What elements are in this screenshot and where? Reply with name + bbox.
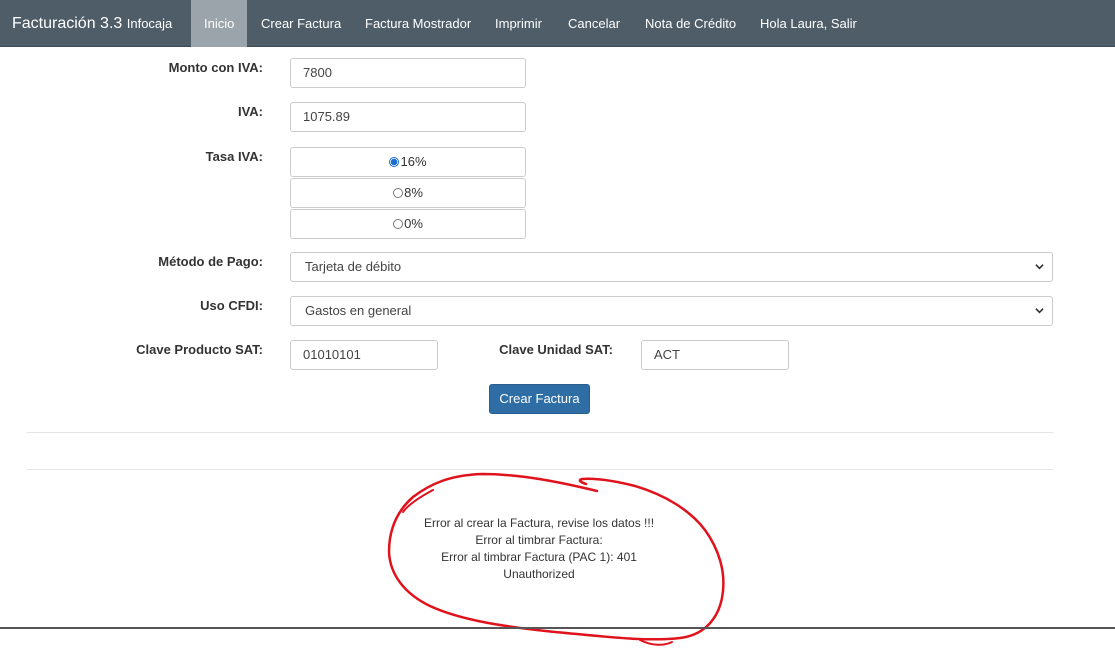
- error-message: Error al crear la Factura, revise los da…: [389, 515, 689, 583]
- monto-label: Monto con IVA:: [168, 60, 263, 75]
- error-line: Error al crear la Factura, revise los da…: [423, 516, 655, 530]
- clave-producto-label: Clave Producto SAT:: [136, 342, 263, 357]
- clave-unidad-label: Clave Unidad SAT:: [499, 342, 613, 357]
- radio-unchecked-icon[interactable]: [393, 188, 404, 198]
- nav-item-factura-mostrador[interactable]: Factura Mostrador: [352, 0, 484, 47]
- brand-title: Facturación 3.3: [12, 15, 123, 32]
- bottom-border: [0, 627, 1115, 629]
- chevron-down-icon: [1035, 308, 1044, 314]
- error-line: Error al timbrar Factura (PAC 1): 401: [441, 550, 637, 564]
- tasa-option-label: 0%: [404, 216, 423, 231]
- chevron-down-icon: [1035, 264, 1044, 270]
- iva-input[interactable]: 1075.89: [290, 102, 526, 132]
- metodo-pago-select[interactable]: Tarjeta de débito: [290, 252, 1053, 282]
- iva-label: IVA:: [237, 104, 263, 119]
- nav-item-nota-de-credito[interactable]: Nota de Crédito: [632, 0, 749, 47]
- radio-checked-icon[interactable]: [389, 157, 400, 167]
- top-navbar: Facturación 3.3 Infocaja Inicio Crear Fa…: [0, 0, 1115, 47]
- divider: [27, 432, 1053, 433]
- nav-item-logout[interactable]: Hola Laura, Salir: [747, 0, 870, 47]
- divider: [27, 469, 1053, 470]
- error-line: Error al timbrar Factura:: [475, 533, 603, 547]
- tasa-option-label: 8%: [404, 185, 423, 200]
- error-line: Unauthorized: [503, 567, 575, 581]
- nav-item-cancelar[interactable]: Cancelar: [555, 0, 633, 47]
- clave-unidad-input[interactable]: ACT: [641, 340, 789, 370]
- tasa-option-16[interactable]: 16%: [290, 147, 526, 177]
- radio-unchecked-icon[interactable]: [393, 219, 404, 229]
- nav-item-imprimir[interactable]: Imprimir: [482, 0, 555, 47]
- nav-item-crear-factura[interactable]: Crear Factura: [248, 0, 354, 47]
- metodo-pago-value: Tarjeta de débito: [305, 259, 402, 274]
- monto-input[interactable]: 7800: [290, 58, 526, 88]
- metodo-pago-label: Método de Pago:: [158, 254, 263, 269]
- tasa-option-0[interactable]: 0%: [290, 209, 526, 239]
- tasa-iva-label: Tasa IVA:: [205, 149, 263, 164]
- uso-cfdi-value: Gastos en general: [305, 303, 412, 318]
- crear-factura-button[interactable]: Crear Factura: [489, 384, 590, 414]
- tasa-option-8[interactable]: 8%: [290, 178, 526, 208]
- uso-cfdi-select[interactable]: Gastos en general: [290, 296, 1053, 326]
- tasa-option-label: 16%: [400, 154, 427, 169]
- clave-producto-input[interactable]: 01010101: [290, 340, 438, 370]
- nav-item-inicio[interactable]: Inicio: [191, 0, 248, 47]
- uso-cfdi-label: Uso CFDI:: [200, 298, 263, 313]
- brand[interactable]: Facturación 3.3 Infocaja: [12, 0, 172, 47]
- brand-subtitle: Infocaja: [126, 16, 173, 31]
